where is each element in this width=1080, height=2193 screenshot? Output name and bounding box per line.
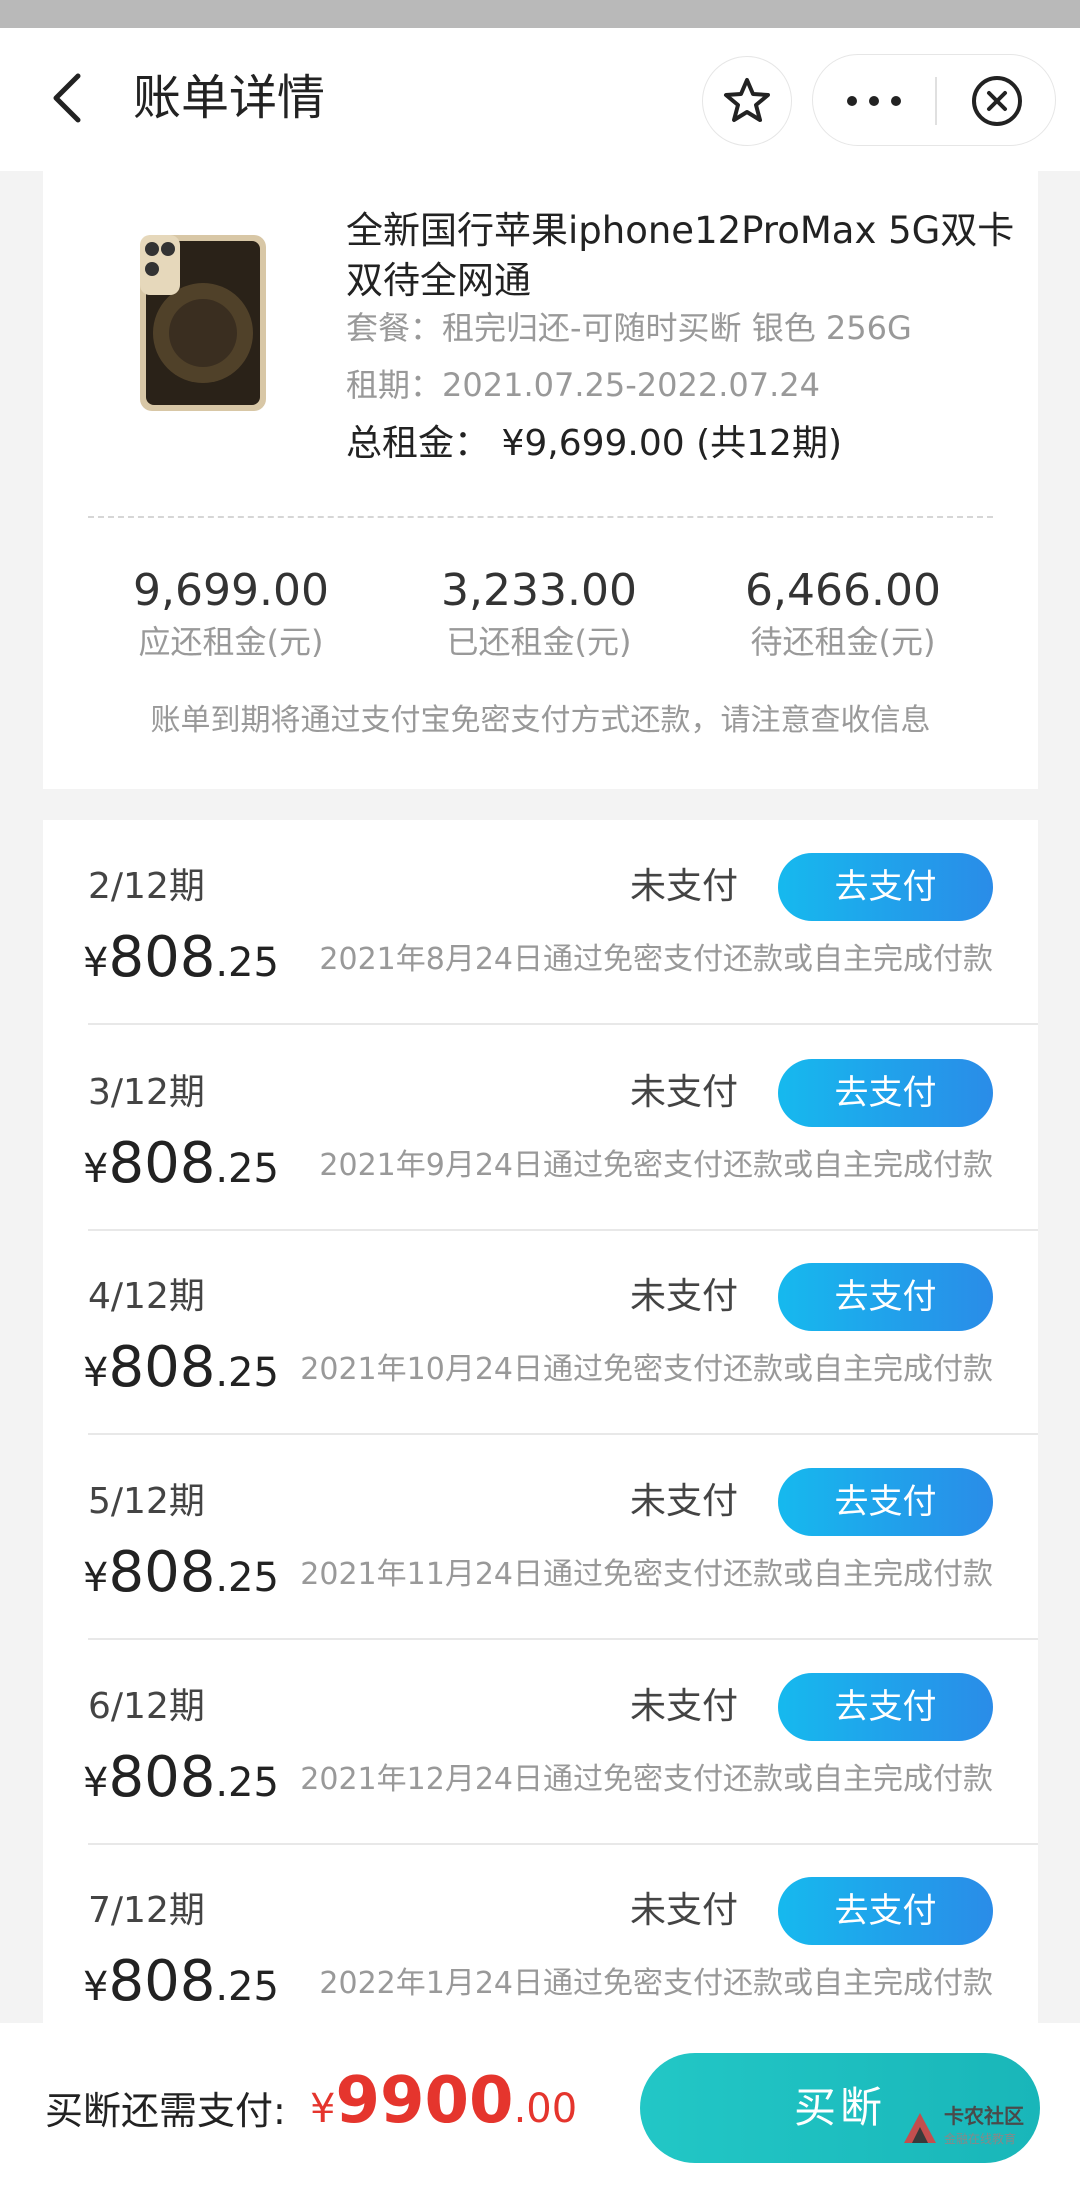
pay-button[interactable]: 去支付 xyxy=(778,1468,993,1536)
payment-status: 未支付 xyxy=(630,1481,739,1522)
due-note: 2021年11月24日通过免密支付还款或自主完成付款 xyxy=(300,1557,993,1592)
currency-symbol: ¥ xyxy=(310,2086,336,2132)
pay-button[interactable]: 去支付 xyxy=(778,853,993,921)
installment-row: 7/12期 未支付 去支付 ¥808.25 2022年1月24日通过免密支付还款… xyxy=(43,1844,1038,2035)
period-label: 6/12期 xyxy=(88,1686,205,1727)
rental-term: 租期：2021.07.25-2022.07.24 xyxy=(346,366,820,404)
watermark-logo-icon xyxy=(904,2113,936,2143)
amount-integer: 808 xyxy=(108,1131,216,1196)
currency-symbol: ¥ xyxy=(83,940,109,986)
stat-label: 待还租金(元) xyxy=(750,623,936,661)
back-button[interactable] xyxy=(40,68,100,128)
menu-capsule xyxy=(812,54,1056,146)
payment-status: 未支付 xyxy=(630,866,739,907)
amount-integer: 808 xyxy=(108,1335,216,1400)
installment-row: 5/12期 未支付 去支付 ¥808.25 2021年11月24日通过免密支付还… xyxy=(43,1435,1038,1640)
installment-row: 3/12期 未支付 去支付 ¥808.25 2021年9月24日通过免密支付还款… xyxy=(43,1026,1038,1231)
nav-bar: 账单详情 xyxy=(0,28,1080,171)
buyout-amount: ¥9900.00 xyxy=(310,2061,577,2157)
close-button[interactable] xyxy=(937,55,1057,147)
stat-label: 应还租金(元) xyxy=(138,623,324,661)
pay-button[interactable]: 去支付 xyxy=(778,1877,993,1945)
period-label: 4/12期 xyxy=(88,1276,205,1317)
status-bar xyxy=(0,0,1080,28)
payment-status: 未支付 xyxy=(630,1890,739,1931)
currency-symbol: ¥ xyxy=(83,1760,109,1806)
currency-symbol: ¥ xyxy=(83,1964,109,2010)
more-dots-icon xyxy=(847,96,901,106)
amount-integer: 808 xyxy=(108,1949,216,2014)
stat-value: 6,466.00 xyxy=(745,565,941,616)
pay-button[interactable]: 去支付 xyxy=(778,1263,993,1331)
stat-payable: 9,699.00 应还租金(元) xyxy=(81,563,381,665)
stat-value: 9,699.00 xyxy=(133,565,329,616)
watermark-subtitle: 金融在线教育 xyxy=(944,2132,1017,2146)
amount-decimal: .00 xyxy=(513,2086,578,2132)
order-summary-card: 全新国行苹果iphone12ProMax 5G双卡双待全网通 套餐：租完归还-可… xyxy=(43,171,1038,789)
due-note: 2021年10月24日通过免密支付还款或自主完成付款 xyxy=(300,1352,993,1387)
close-circle-icon xyxy=(972,76,1022,126)
amount-integer: 808 xyxy=(108,1745,216,1810)
pay-button[interactable]: 去支付 xyxy=(778,1059,993,1127)
currency-symbol: ¥ xyxy=(83,1146,109,1192)
installment-row: 2/12期 未支付 去支付 ¥808.25 2021年8月24日通过免密支付还款… xyxy=(43,820,1038,1025)
chevron-left-icon xyxy=(53,73,81,123)
watermark: 卡农社区 金融在线教育 xyxy=(900,2103,1040,2163)
amount-integer: 808 xyxy=(108,1540,216,1605)
period-label: 3/12期 xyxy=(88,1072,205,1113)
row-divider xyxy=(88,1023,1038,1025)
currency-symbol: ¥ xyxy=(83,1350,109,1396)
product-title: 全新国行苹果iphone12ProMax 5G双卡双待全网通 xyxy=(346,209,1015,302)
payment-status: 未支付 xyxy=(630,1276,739,1317)
currency-symbol: ¥ xyxy=(83,1555,109,1601)
period-label: 7/12期 xyxy=(88,1890,205,1931)
bottom-bar: 买断还需支付: ¥9900.00 买断 卡农社区 金融在线教育 xyxy=(0,2023,1080,2193)
stat-label: 已还租金(元) xyxy=(446,623,632,661)
period-label: 2/12期 xyxy=(88,866,205,907)
stat-pending: 6,466.00 待还租金(元) xyxy=(693,563,993,665)
payment-notice: 账单到期将通过支付宝免密支付方式还款，请注意查收信息 xyxy=(150,703,931,738)
due-note: 2021年9月24日通过免密支付还款或自主完成付款 xyxy=(319,1148,993,1183)
phone-product-image xyxy=(140,235,266,411)
total-rent: 总租金： ¥9,699.00 (共12期) xyxy=(346,423,843,464)
payment-status: 未支付 xyxy=(630,1072,739,1113)
watermark-title: 卡农社区 xyxy=(944,2104,1024,2128)
more-button[interactable] xyxy=(813,55,935,147)
due-note: 2021年12月24日通过免密支付还款或自主完成付款 xyxy=(300,1762,993,1797)
amount-integer: 808 xyxy=(108,925,216,990)
buyout-remaining-label: 买断还需支付: xyxy=(45,2089,286,2133)
stat-value: 3,233.00 xyxy=(441,565,637,616)
pay-button[interactable]: 去支付 xyxy=(778,1673,993,1741)
package-info: 套餐：租完归还-可随时买断 银色 256G xyxy=(346,309,912,347)
payment-status: 未支付 xyxy=(630,1686,739,1727)
dashed-divider xyxy=(88,516,993,518)
page-title: 账单详情 xyxy=(133,70,326,126)
due-note: 2021年8月24日通过免密支付还款或自主完成付款 xyxy=(319,942,993,977)
installment-row: 4/12期 未支付 去支付 ¥808.25 2021年10月24日通过免密支付还… xyxy=(43,1230,1038,1435)
installment-row: 6/12期 未支付 去支付 ¥808.25 2021年12月24日通过免密支付还… xyxy=(43,1640,1038,1845)
installment-list: 2/12期 未支付 去支付 ¥808.25 2021年8月24日通过免密支付还款… xyxy=(43,820,1038,2035)
stat-paid: 3,233.00 已还租金(元) xyxy=(389,563,689,665)
due-note: 2022年1月24日通过免密支付还款或自主完成付款 xyxy=(319,1966,993,2001)
favorite-button[interactable] xyxy=(702,56,792,146)
star-icon xyxy=(724,78,770,122)
period-label: 5/12期 xyxy=(88,1481,205,1522)
amount-integer: 9900 xyxy=(335,2064,514,2138)
